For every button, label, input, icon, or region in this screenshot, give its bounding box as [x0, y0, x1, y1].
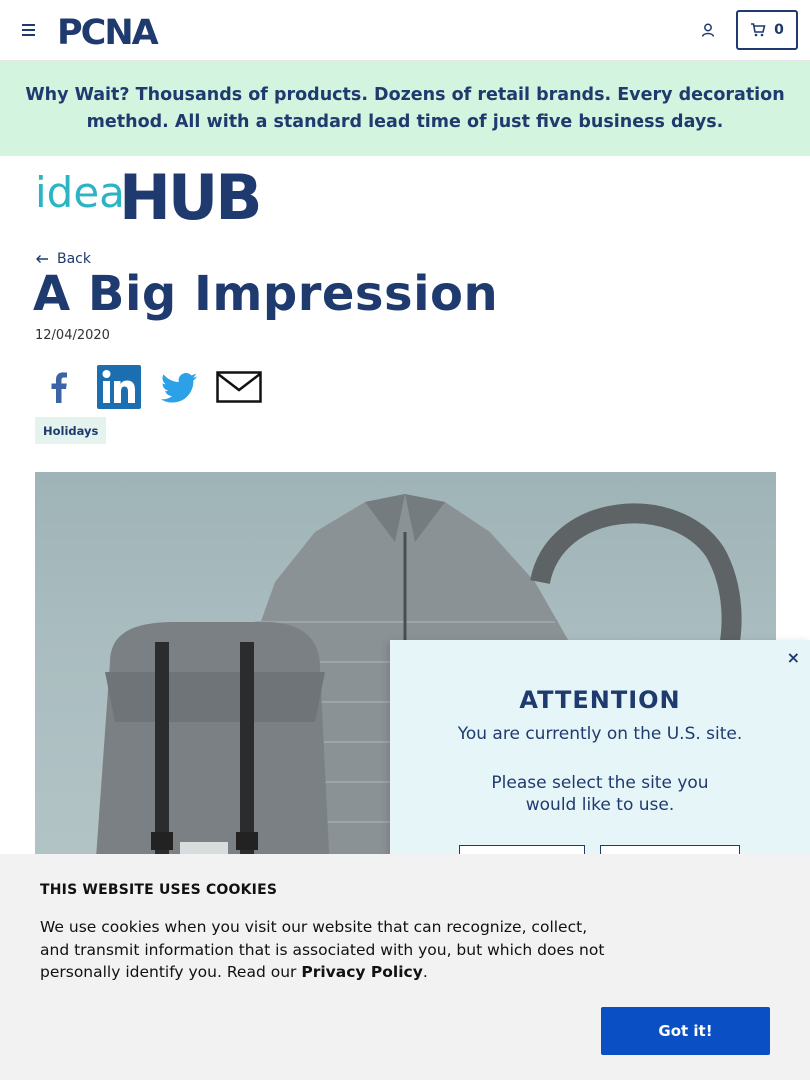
close-icon[interactable]: × [787, 648, 800, 667]
promo-text: Why Wait? Thousands of products. Dozens … [14, 82, 796, 136]
social-share [35, 362, 263, 412]
back-link[interactable]: Back [35, 251, 91, 267]
twitter-icon [161, 373, 197, 403]
facebook-icon [51, 372, 67, 403]
cart-icon [751, 23, 766, 37]
privacy-policy-link[interactable]: Privacy Policy [301, 963, 423, 981]
article-title: A Big Impression [33, 266, 499, 322]
linkedin-icon [97, 365, 141, 409]
svg-text:PCNA: PCNA [57, 14, 159, 48]
cookie-text: We use cookies when you visit our websit… [40, 916, 620, 984]
site-header: PCNA 0 [0, 0, 810, 61]
cookie-title: THIS WEBSITE USES COOKIES [40, 882, 278, 898]
select-site-text-2: would like to use. [525, 795, 675, 815]
pcna-logo[interactable]: PCNA [57, 14, 177, 48]
article-date: 12/04/2020 [35, 328, 110, 343]
email-share-button[interactable] [215, 363, 263, 411]
select-site-text-1: Please select the site you [491, 773, 709, 793]
twitter-share-button[interactable] [155, 363, 203, 411]
linkedin-share-button[interactable] [95, 363, 143, 411]
arrow-left-icon [36, 255, 48, 263]
cart-button[interactable]: 0 [736, 10, 798, 50]
email-icon [216, 371, 262, 403]
svg-text:idea: idea [35, 168, 125, 217]
tag-holidays[interactable]: Holidays [35, 417, 107, 444]
menu-icon[interactable] [22, 24, 35, 36]
current-site-text: You are currently on the U.S. site. [457, 724, 743, 744]
attention-title: ATTENTION [519, 686, 681, 714]
cookie-period: . [422, 963, 428, 981]
facebook-share-button[interactable] [35, 363, 83, 411]
svg-text:HUB: HUB [119, 162, 260, 224]
site-select-dialog: × ATTENTION You are currently on the U.S… [390, 640, 810, 885]
cookie-banner: THIS WEBSITE USES COOKIES We use cookies… [0, 854, 810, 1080]
accept-cookies-button[interactable]: Got it! [601, 1007, 770, 1055]
cart-count: 0 [774, 22, 784, 38]
promo-banner: Why Wait? Thousands of products. Dozens … [0, 61, 810, 156]
promo-lead: Why Wait? [25, 84, 130, 105]
back-label: Back [57, 251, 91, 267]
account-icon[interactable] [700, 22, 716, 38]
idea-hub-logo[interactable]: idea HUB [35, 162, 287, 224]
promo-body: Thousands of products. Dozens of retail … [86, 84, 785, 132]
